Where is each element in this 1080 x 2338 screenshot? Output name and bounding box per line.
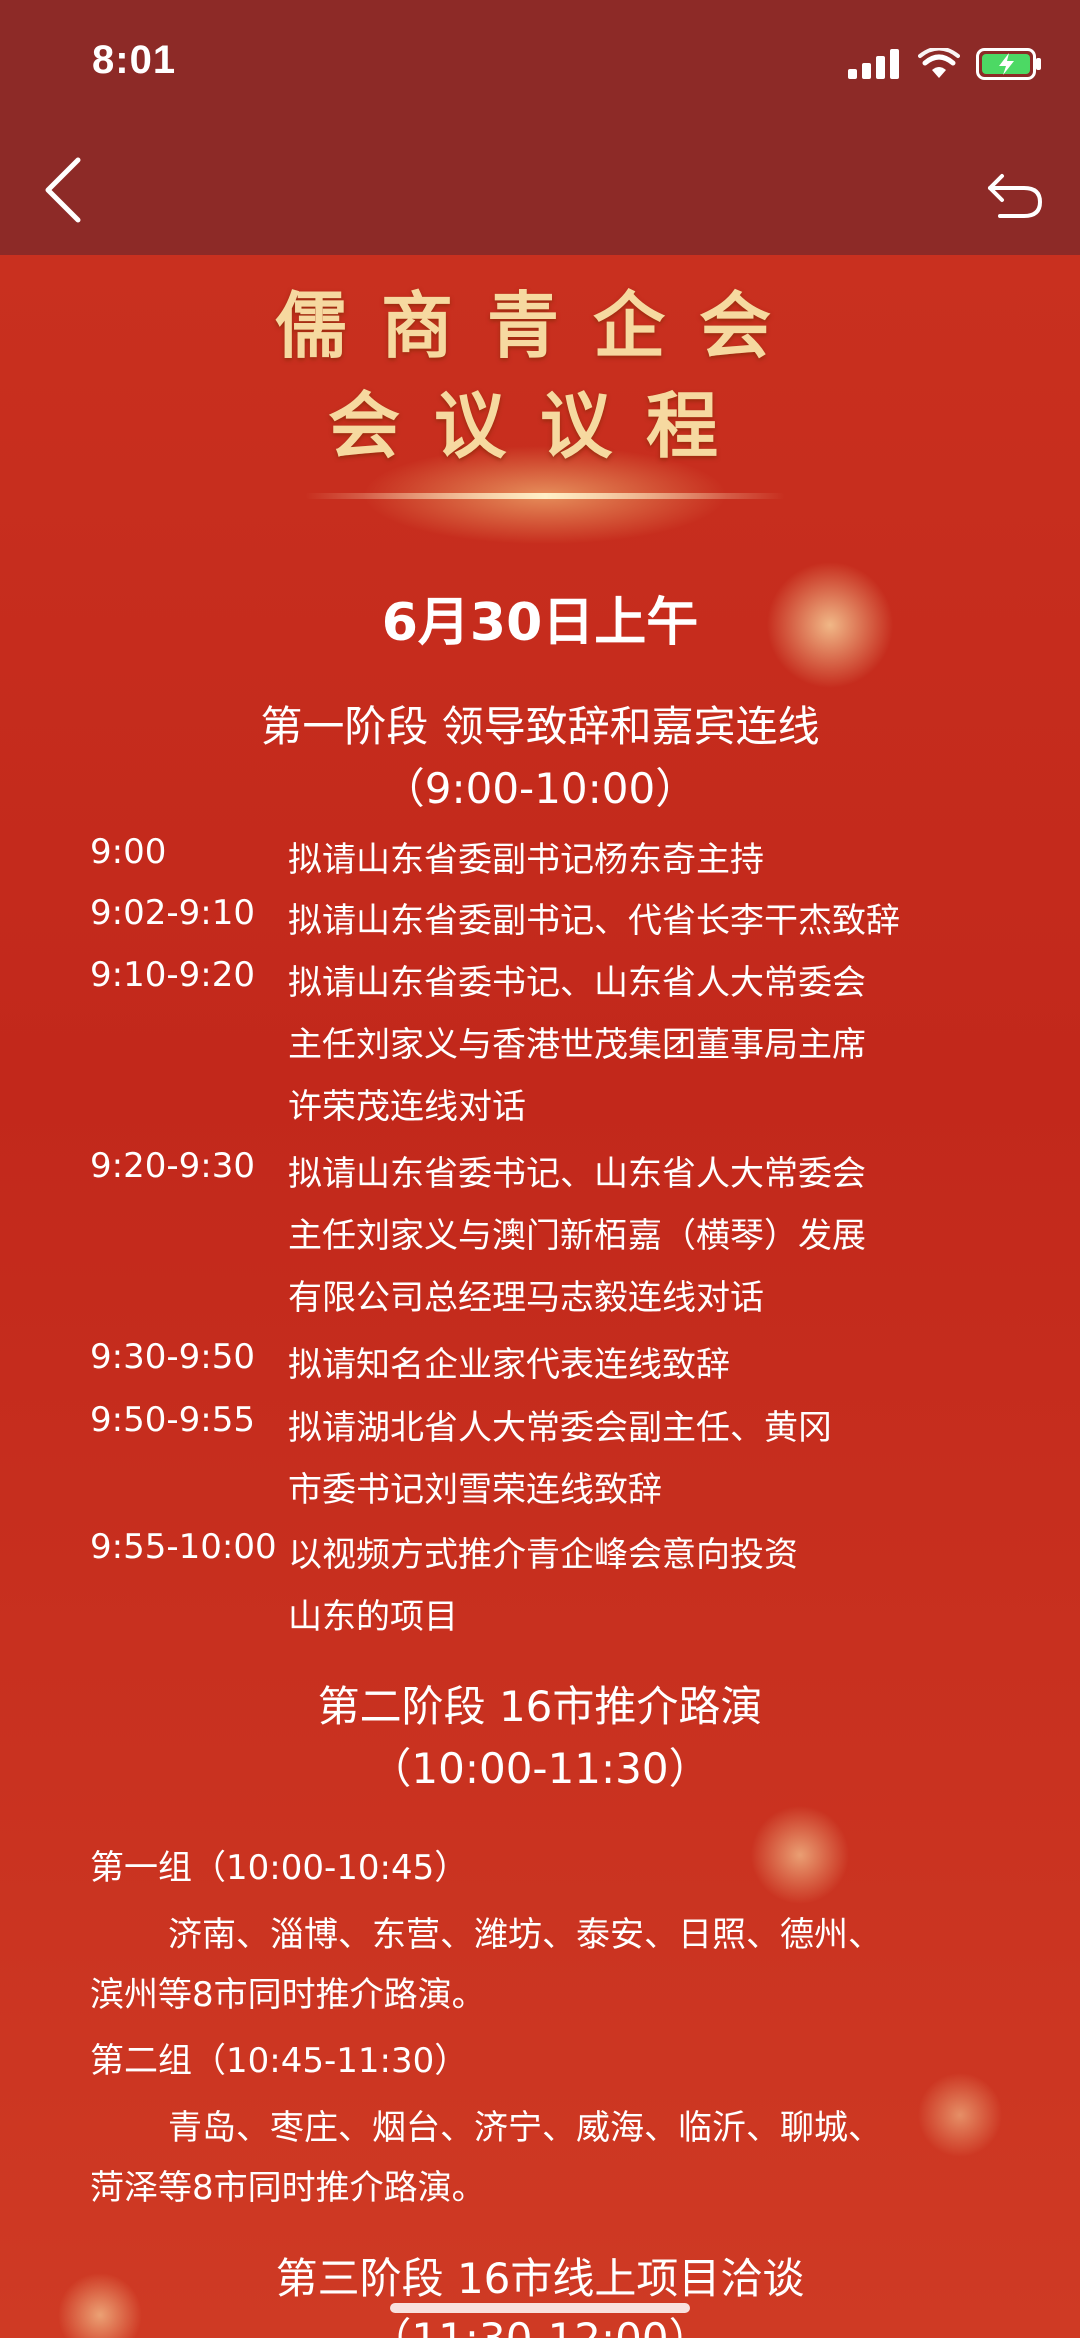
row-time: 9:00 [90,832,167,872]
group2-label: 第二组（10:45-11:30） [90,2041,469,2081]
row-desc: 拟请山东省委副书记杨东奇主持 [288,840,764,880]
home-indicator[interactable] [390,2303,690,2313]
row-time: 9:55-10:00 [90,1527,277,1567]
agenda-date: 6月30日上午 [381,593,699,653]
phase1-title: 第一阶段 领导致辞和嘉宾连线 [260,702,820,751]
group1-cities-cont: 滨州等8市同时推介路演。 [90,1975,486,2015]
signal-icon [848,49,899,79]
row-desc: 山东的项目 [288,1597,458,1637]
back-button[interactable] [30,150,100,230]
row-time: 9:50-9:55 [90,1400,255,1440]
group2-cities-cont: 菏泽等8市同时推介路演。 [90,2168,486,2208]
group1-cities: 济南、淄博、东营、潍坊、泰安、日照、德州、 [168,1915,882,1955]
row-desc: 拟请山东省委书记、山东省人大常委会 [288,963,866,1003]
row-desc: 主任刘家义与澳门新栢嘉（横琴）发展 [288,1216,866,1256]
navigation-bar [0,130,1080,255]
status-bar: 8:01 [0,0,1080,130]
phase3-title: 第三阶段 16市线上项目洽谈 [275,2254,805,2303]
forward-button[interactable] [980,158,1050,228]
undo-arrow-icon [988,174,1043,218]
group2-cities: 青岛、枣庄、烟台、济宁、威海、临沂、聊城、 [168,2108,882,2148]
poster-title: 儒商青企会 [274,283,805,368]
phase1-time: （9:00-10:00） [382,764,698,813]
row-desc: 以视频方式推介青企峰会意向投资 [288,1535,798,1575]
row-desc: 拟请知名企业家代表连线致辞 [288,1345,730,1385]
row-time: 9:30-9:50 [90,1337,255,1377]
row-desc: 许荣茂连线对话 [288,1087,526,1127]
row-desc: 拟请山东省委副书记、代省长李干杰致辞 [288,901,900,941]
agenda-poster: 儒商青企会 会议议程 6月30日上午 第一阶段 领导致辞和嘉宾连线 （9:00-… [0,255,1080,2338]
poster-subtitle: 会议议程 [327,383,752,468]
group1-label: 第一组（10:00-10:45） [90,1848,469,1888]
row-time: 9:02-9:10 [90,893,255,933]
wifi-icon [918,48,960,78]
status-time: 8:01 [92,38,177,82]
phase2-time: （10:00-11:30） [369,1744,711,1793]
row-desc: 拟请山东省委书记、山东省人大常委会 [288,1154,866,1194]
chevron-left-icon [45,157,81,223]
status-icons [848,48,1042,80]
phase2-title: 第二阶段 16市推介路演 [317,1682,763,1731]
row-desc: 市委书记刘雪荣连线致辞 [288,1470,662,1510]
row-desc: 拟请湖北省人大常委会副主任、黄冈 [288,1408,832,1448]
row-time: 9:20-9:30 [90,1146,255,1186]
row-desc: 主任刘家义与香港世茂集团董事局主席 [288,1025,866,1065]
light-flare [305,493,785,499]
battery-charging-icon [976,48,1041,80]
row-time: 9:10-9:20 [90,955,255,995]
row-desc: 有限公司总经理马志毅连线对话 [288,1278,764,1318]
